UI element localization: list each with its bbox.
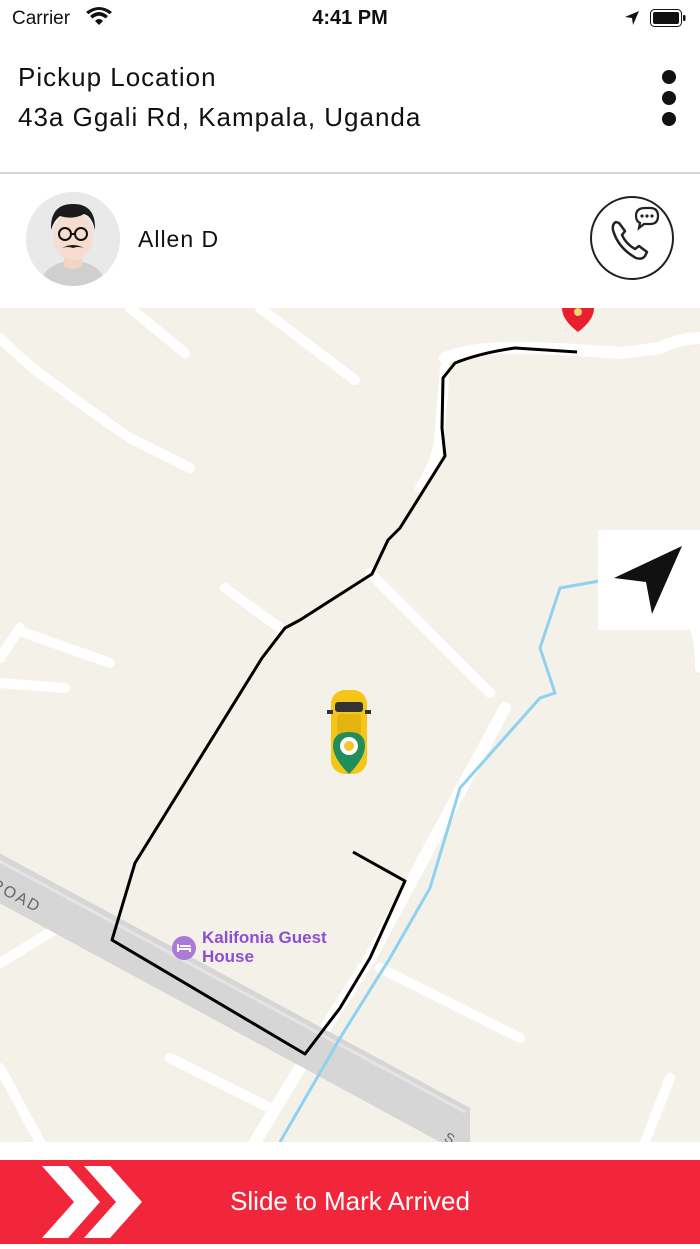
- call-button[interactable]: [590, 196, 674, 280]
- pickup-header: Pickup Location 43a Ggali Rd, Kampala, U…: [0, 40, 700, 173]
- map-bottom-strip: [0, 1142, 700, 1160]
- more-vertical-icon[interactable]: [650, 66, 690, 130]
- recenter-button[interactable]: [598, 530, 700, 630]
- driver-row: Allen D: [0, 174, 700, 308]
- pickup-address: 43a Ggali Rd, Kampala, Uganda: [18, 102, 422, 132]
- slide-to-arrive[interactable]: Slide to Mark Arrived: [0, 1160, 700, 1244]
- taxi-car-icon: [325, 688, 373, 778]
- poi-name: Kalifonia Guest House: [202, 928, 327, 966]
- pickup-label: Pickup Location: [18, 62, 217, 92]
- clock: 4:41 PM: [312, 7, 388, 29]
- battery-icon: [650, 9, 686, 27]
- destination-pin-icon: [562, 308, 594, 332]
- driver-name: Allen D: [138, 226, 220, 252]
- location-arrow-icon: [625, 11, 639, 25]
- avatar: [26, 192, 120, 286]
- slide-handle[interactable]: [38, 1160, 148, 1244]
- phone-chat-icon: [611, 206, 660, 260]
- slide-label: Slide to Mark Arrived: [230, 1186, 470, 1216]
- double-chevron-right-icon: [42, 1166, 142, 1238]
- hotel-icon: [172, 936, 196, 960]
- status-bar: Carrier 4:41 PM: [0, 0, 700, 40]
- navigation-arrow-icon: [614, 546, 682, 614]
- map-view[interactable]: ROAD S Kalifonia Guest House: [0, 308, 700, 1142]
